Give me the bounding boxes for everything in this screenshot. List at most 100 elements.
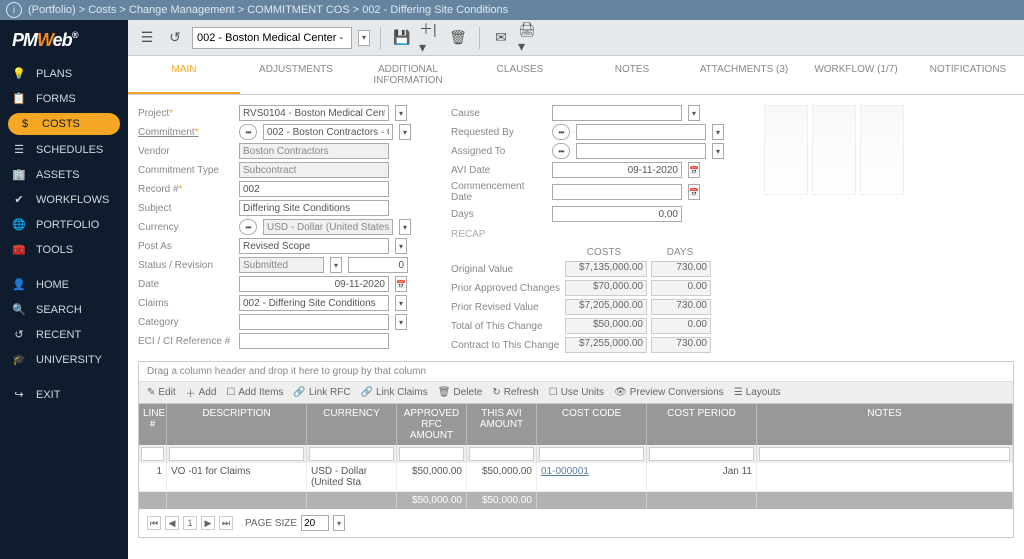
info-icon[interactable]: i	[6, 2, 22, 18]
filter-appr[interactable]	[399, 447, 464, 461]
tab-notifications[interactable]: NOTIFICATIONS	[912, 56, 1024, 94]
filter-code[interactable]	[539, 447, 644, 461]
costcode-link[interactable]: 01-000001	[541, 466, 589, 477]
filter-notes[interactable]	[759, 447, 1010, 461]
pager-last-icon[interactable]: ⏭	[219, 516, 233, 530]
thumb1[interactable]	[764, 105, 808, 195]
reqby-more-icon[interactable]: •••	[552, 124, 570, 140]
sidebar: PMWeb® 💡PLANS 📋FORMS $COSTS ☰SCHEDULES 🏢…	[0, 20, 128, 559]
ref-field[interactable]	[239, 333, 389, 349]
print-icon[interactable]: 🖨▾	[518, 27, 540, 49]
add-icon[interactable]: ＋|▾	[419, 27, 441, 49]
grid-refresh[interactable]: ↻Refresh	[492, 387, 538, 398]
filter-curr[interactable]	[309, 447, 394, 461]
sidebar-item-university[interactable]: 🎓UNIVERSITY	[0, 347, 128, 372]
page-size-dd[interactable]: ▾	[333, 515, 345, 531]
sidebar-item-home[interactable]: 👤HOME	[0, 272, 128, 297]
grid-group-hint[interactable]: Drag a column header and drop it here to…	[139, 362, 1013, 382]
grid-link-rfc[interactable]: 🔗Link RFC	[293, 387, 350, 398]
grid-use-units[interactable]: ☐Use Units	[549, 387, 604, 398]
status-dd[interactable]: ▾	[330, 257, 342, 273]
cause-field[interactable]	[552, 105, 682, 121]
sidebar-item-recent[interactable]: ↺RECENT	[0, 322, 128, 347]
thumbnails[interactable]	[764, 105, 904, 195]
avidate-field[interactable]	[552, 162, 682, 178]
filter-per[interactable]	[649, 447, 754, 461]
commitment-more-icon[interactable]: •••	[239, 124, 257, 140]
sidebar-item-search[interactable]: 🔍SEARCH	[0, 297, 128, 322]
grid-link-claims[interactable]: 🔗Link Claims	[361, 387, 428, 398]
avidate-picker-icon[interactable]: 📅	[688, 162, 700, 178]
filter-line[interactable]	[141, 447, 164, 461]
grid-delete[interactable]: 🗑Delete	[438, 387, 483, 398]
project-dd[interactable]: ▾	[395, 105, 407, 121]
assigned-dd[interactable]: ▾	[712, 143, 724, 159]
category-dd[interactable]: ▾	[395, 314, 407, 330]
sidebar-item-schedules[interactable]: ☰SCHEDULES	[0, 137, 128, 162]
record-field[interactable]	[239, 181, 389, 197]
commitment-dd[interactable]: ▾	[399, 124, 411, 140]
table-row[interactable]: 1VO -01 for ClaimsUSD - Dollar (United S…	[139, 463, 1013, 492]
tab-main[interactable]: MAIN	[128, 56, 240, 94]
tab-notes[interactable]: NOTES	[576, 56, 688, 94]
save-icon[interactable]: 💾	[391, 27, 413, 49]
cause-dd[interactable]: ▾	[688, 105, 700, 121]
date-field[interactable]	[239, 276, 389, 292]
days-field[interactable]	[552, 206, 682, 222]
claims-label: Claims	[138, 298, 233, 309]
pager-next-icon[interactable]: ▶	[201, 516, 215, 530]
thumb2[interactable]	[812, 105, 856, 195]
postas-field[interactable]	[239, 238, 389, 254]
currency-dd[interactable]: ▾	[399, 219, 411, 235]
delete-icon[interactable]: 🗑	[447, 27, 469, 49]
tab-attachments[interactable]: ATTACHMENTS (3)	[688, 56, 800, 94]
grid-edit[interactable]: ✎Edit	[147, 387, 176, 398]
comm-picker-icon[interactable]: 📅	[688, 184, 700, 200]
thumb3[interactable]	[860, 105, 904, 195]
reqby-dd[interactable]: ▾	[712, 124, 724, 140]
sidebar-item-forms[interactable]: 📋FORMS	[0, 86, 128, 111]
history-icon[interactable]: ↺	[164, 27, 186, 49]
grid-preview[interactable]: 👁Preview Conversions	[614, 387, 724, 398]
grid-add[interactable]: ＋Add	[186, 385, 217, 400]
tab-additional[interactable]: ADDITIONAL INFORMATION	[352, 56, 464, 94]
date-picker-icon[interactable]: 📅	[395, 276, 407, 292]
comm-field[interactable]	[552, 184, 682, 200]
sidebar-item-costs[interactable]: $COSTS	[8, 113, 120, 135]
sidebar-item-plans[interactable]: 💡PLANS	[0, 61, 128, 86]
claims-dd[interactable]: ▾	[395, 295, 407, 311]
pager-first-icon[interactable]: ⏮	[147, 516, 161, 530]
mail-icon[interactable]: ✉	[490, 27, 512, 49]
filter-avi[interactable]	[469, 447, 534, 461]
pager-prev-icon[interactable]: ◀	[165, 516, 179, 530]
subject-field[interactable]	[239, 200, 389, 216]
grid-add-items[interactable]: ☐Add Items	[226, 387, 283, 398]
category-field[interactable]	[239, 314, 389, 330]
sidebar-item-assets[interactable]: 🏢ASSETS	[0, 162, 128, 187]
sidebar-item-workflows[interactable]: ✔WORKFLOWS	[0, 187, 128, 212]
project-select[interactable]	[192, 27, 352, 49]
tab-clauses[interactable]: CLAUSES	[464, 56, 576, 94]
page-size-field[interactable]	[301, 515, 329, 531]
sidebar-item-tools[interactable]: 🧰TOOLS	[0, 237, 128, 262]
tab-adjustments[interactable]: ADJUSTMENTS	[240, 56, 352, 94]
assigned-more-icon[interactable]: •••	[552, 143, 570, 159]
type-field	[239, 162, 389, 178]
tab-workflow[interactable]: WORKFLOW (1/7)	[800, 56, 912, 94]
claims-field[interactable]	[239, 295, 389, 311]
filter-desc[interactable]	[169, 447, 304, 461]
reqby-field[interactable]	[576, 124, 706, 140]
status-field[interactable]	[239, 257, 324, 273]
postas-dd[interactable]: ▾	[395, 238, 407, 254]
project-field[interactable]	[239, 105, 389, 121]
menu-icon[interactable]: ☰	[136, 27, 158, 49]
currency-more-icon[interactable]: •••	[239, 219, 257, 235]
commitment-field[interactable]	[263, 124, 393, 140]
assigned-field[interactable]	[576, 143, 706, 159]
pager-page[interactable]: 1	[183, 516, 197, 530]
sidebar-item-portfolio[interactable]: 🌐PORTFOLIO	[0, 212, 128, 237]
project-dropdown[interactable]: ▾	[358, 30, 370, 46]
grid-layouts[interactable]: ☰Layouts	[734, 387, 781, 398]
revision-field[interactable]	[348, 257, 408, 273]
sidebar-item-exit[interactable]: ↪EXIT	[0, 382, 128, 407]
